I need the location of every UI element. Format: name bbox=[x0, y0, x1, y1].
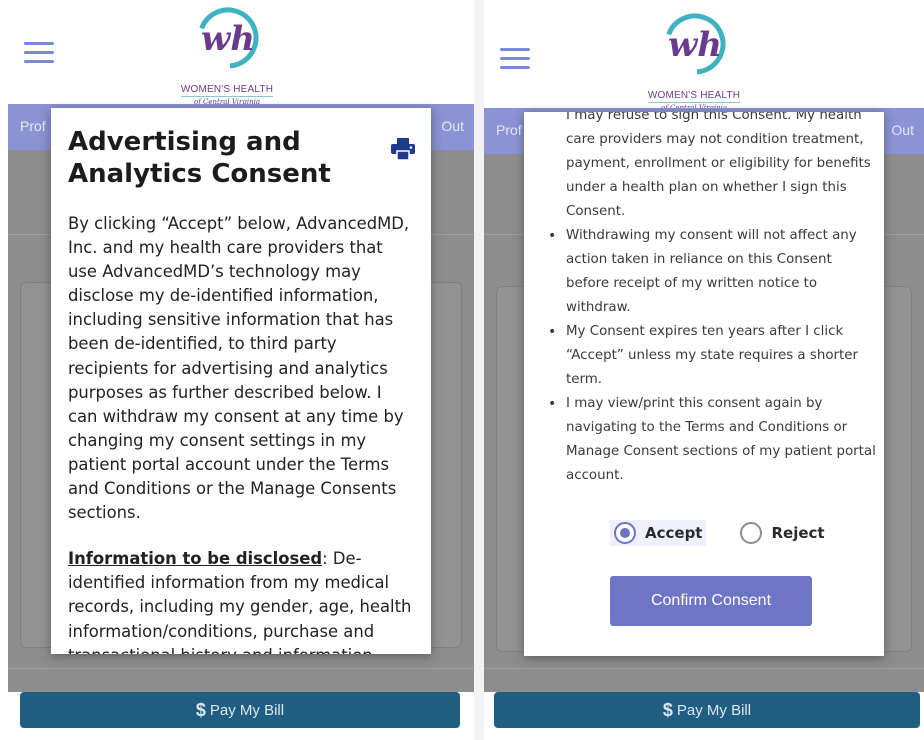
printer-icon[interactable] bbox=[391, 138, 415, 160]
pay-my-bill-button[interactable]: $ Pay My Bill bbox=[494, 692, 920, 728]
svg-text:wh: wh bbox=[668, 25, 722, 65]
divider bbox=[484, 668, 924, 669]
nav-profile-link[interactable]: Prof bbox=[20, 118, 46, 134]
menu-icon[interactable] bbox=[500, 48, 530, 70]
bullet-item: My Consent expires ten years after I cli… bbox=[544, 320, 879, 392]
bullet-item: Withdrawing my consent will not affect a… bbox=[544, 224, 879, 320]
divider bbox=[8, 668, 474, 669]
dollar-icon: $ bbox=[195, 699, 206, 720]
svg-text:wh: wh bbox=[201, 19, 255, 59]
nav-profile-link[interactable]: Prof bbox=[496, 122, 522, 138]
consent-paragraph: By clicking “Accept” below, AdvancedMD, … bbox=[68, 214, 410, 523]
nav-logout-link[interactable]: Out bbox=[891, 122, 914, 138]
consent-radio-group: Accept Reject bbox=[610, 520, 829, 546]
consent-modal: Advertising and Analytics Consent By cli… bbox=[51, 108, 431, 654]
disclosure-paragraph: Information to be disclosed: De-identifi… bbox=[68, 547, 412, 654]
left-screen: wh WOMEN'S HEALTH of Central Virginia Pr… bbox=[0, 0, 474, 740]
confirm-consent-button[interactable]: Confirm Consent bbox=[610, 576, 812, 626]
brand-logo: wh WOMEN'S HEALTH of Central Virginia bbox=[172, 4, 282, 107]
menu-icon[interactable] bbox=[24, 42, 54, 64]
reject-radio[interactable]: Reject bbox=[736, 520, 828, 546]
bullet-item: I may view/print this consent again by n… bbox=[544, 392, 879, 488]
radio-selected-icon bbox=[614, 522, 636, 544]
consent-modal-scrolled: I may refuse to sign this Consent. My he… bbox=[524, 112, 884, 656]
pay-my-bill-label: Pay My Bill bbox=[676, 701, 752, 719]
section-heading: Information to be disclosed bbox=[68, 549, 323, 569]
bullet-item: I may refuse to sign this Consent. My he… bbox=[566, 112, 871, 219]
panel-separator bbox=[474, 0, 484, 740]
right-screen: wh WOMEN'S HEALTH of Central Virginia Pr… bbox=[484, 0, 924, 740]
brand-logo: wh WOMEN'S HEALTH of Central Virginia bbox=[639, 10, 749, 113]
radio-unselected-icon bbox=[740, 522, 763, 544]
logo-icon: wh bbox=[664, 13, 726, 75]
brand-name: WOMEN'S HEALTH bbox=[647, 90, 741, 103]
consent-text: By clicking “Accept” below, AdvancedMD, … bbox=[68, 212, 412, 654]
pay-my-bill-button[interactable]: $ Pay My Bill bbox=[20, 692, 460, 728]
accept-label: Accept bbox=[645, 524, 703, 542]
modal-title: Advertising and Analytics Consent bbox=[68, 127, 331, 189]
dollar-icon: $ bbox=[662, 699, 673, 720]
logo-icon: wh bbox=[197, 7, 259, 69]
reject-label: Reject bbox=[771, 524, 825, 542]
pay-my-bill-label: Pay My Bill bbox=[209, 701, 285, 719]
consent-bullet-list: I may refuse to sign this Consent. My he… bbox=[544, 112, 879, 488]
accept-radio[interactable]: Accept bbox=[610, 520, 707, 546]
nav-logout-link[interactable]: Out bbox=[441, 118, 464, 134]
brand-name: WOMEN'S HEALTH bbox=[180, 84, 274, 97]
